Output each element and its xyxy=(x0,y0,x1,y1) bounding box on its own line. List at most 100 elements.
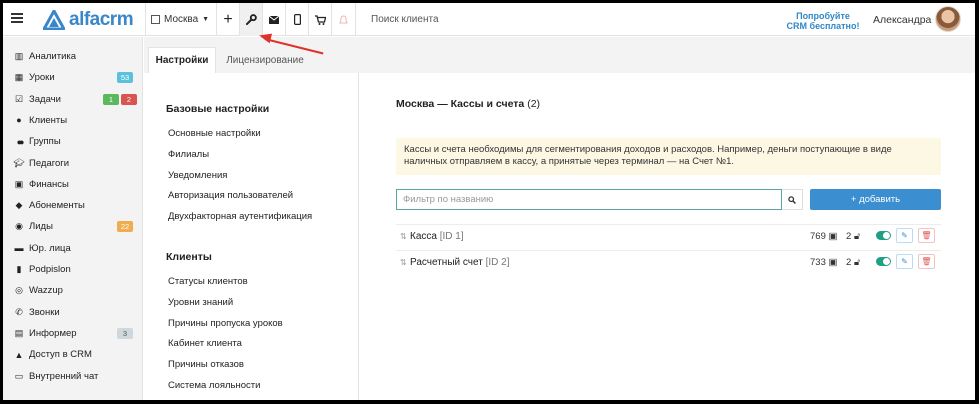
row-count-value: 769 xyxy=(810,231,826,242)
settings-link[interactable]: Авторизация пользователей xyxy=(168,190,293,201)
wrench-icon[interactable] xyxy=(240,3,262,36)
user-name[interactable]: Александра xyxy=(873,14,931,26)
settings-link[interactable]: Двухфакторная аутентификация xyxy=(168,211,312,222)
lock-icon: ▲ xyxy=(14,349,24,360)
tasks-icon: ☑ xyxy=(14,93,24,104)
settings-link[interactable]: Статусы клиентов xyxy=(168,276,248,287)
filter-input[interactable] xyxy=(396,189,782,210)
add-button[interactable]: + добавить xyxy=(810,189,941,210)
lock-open-icon: 🔓︎ xyxy=(853,231,861,242)
sidebar-item[interactable]: ▬ Юр. лица xyxy=(3,238,143,259)
count-badge: 2 xyxy=(121,93,137,105)
sidebar-item[interactable]: ◎ Wazzup xyxy=(3,280,143,301)
cart-icon[interactable] xyxy=(309,3,331,36)
settings-link[interactable]: Уведомления xyxy=(168,170,227,181)
row-count-value: 733 xyxy=(810,257,826,268)
branch-name: Москва xyxy=(164,14,199,25)
sidebar-item[interactable]: ▮ Podpislon xyxy=(3,259,143,280)
settings-link[interactable]: Основные настройки xyxy=(168,128,261,139)
info-notice: Кассы и счета необходимы для сегментиров… xyxy=(396,138,941,175)
sidebar-item-label: Внутренний чат xyxy=(29,370,99,382)
try-crm-link[interactable]: Попробуйте CRM бесплатно! xyxy=(783,11,863,31)
pencil-icon: ✎ xyxy=(901,231,908,240)
lock-open-icon: 🔓︎ xyxy=(853,257,861,268)
sidebar-item[interactable]: ▦ Уроки 53 xyxy=(3,67,143,88)
top-bar: alfacrm Москва ▼ + Поиск клиента Попробу… xyxy=(3,3,975,36)
sidebar-item[interactable]: ▭ Внутренний чат xyxy=(3,366,143,387)
phone-icon[interactable] xyxy=(286,3,308,36)
client-search-input[interactable] xyxy=(371,14,571,25)
document-icon: ▮ xyxy=(16,264,22,274)
settings-link[interactable]: Причины отказов xyxy=(168,359,244,370)
analytics-icon: ▥ xyxy=(14,51,24,61)
avatar[interactable] xyxy=(935,6,961,32)
main-content: Москва — Кассы и счета (2) Кассы и счета… xyxy=(360,73,975,400)
edit-button[interactable]: ✎ xyxy=(896,254,913,269)
edit-button[interactable]: ✎ xyxy=(896,228,913,243)
users-icon: ●● xyxy=(16,136,25,147)
chat-icon: ▭ xyxy=(14,370,24,381)
branch-selector[interactable]: Москва ▼ xyxy=(151,3,209,36)
try-crm-line1: Попробуйте xyxy=(796,11,850,21)
logo[interactable]: alfacrm xyxy=(43,9,134,31)
sidebar-item-label: Абонементы xyxy=(29,200,85,212)
settings-link[interactable]: Причины пропуска уроков xyxy=(168,318,283,329)
table-row[interactable]: ⇅ Касса [ID 1] 769 ▣ 2 🔓︎ ✎ 🗑︎ xyxy=(396,224,941,248)
try-crm-line2: CRM бесплатно! xyxy=(786,21,860,31)
drag-handle-icon[interactable]: ⇅ xyxy=(400,232,407,241)
row-name[interactable]: Расчетный счет [ID 2] xyxy=(410,257,509,268)
bell-icon[interactable] xyxy=(332,3,354,36)
settings-link[interactable]: Филиалы xyxy=(168,149,209,160)
page-title-count: (2) xyxy=(527,98,541,110)
settings-link[interactable]: Уровни знаний xyxy=(168,297,233,308)
search-icon[interactable] xyxy=(782,189,803,210)
pencil-icon: ✎ xyxy=(901,257,908,266)
count-badge: 53 xyxy=(117,72,133,84)
divider xyxy=(355,3,356,36)
sidebar-item[interactable]: ▣ Финансы xyxy=(3,174,143,195)
table-row[interactable]: ⇅ Расчетный счет [ID 2] 733 ▣ 2 🔓︎ ✎ 🗑︎ xyxy=(396,250,941,274)
row-name[interactable]: Касса [ID 1] xyxy=(410,231,464,242)
leads-icon: ◉ xyxy=(15,221,23,232)
informer-icon: ▤ xyxy=(14,327,24,338)
chevron-down-icon: ▼ xyxy=(202,16,210,23)
sidebar-item[interactable]: ● Клиенты xyxy=(3,110,143,131)
delete-button[interactable]: 🗑︎ xyxy=(918,228,935,243)
drag-handle-icon[interactable]: ⇅ xyxy=(400,258,407,267)
sidebar-item-label: Podpislon xyxy=(29,264,71,275)
sidebar-item[interactable]: ▥ Аналитика xyxy=(3,46,143,67)
menu-icon[interactable] xyxy=(11,13,23,23)
tag-icon: ◆ xyxy=(15,200,23,211)
active-toggle[interactable] xyxy=(876,257,891,266)
plus-icon[interactable]: + xyxy=(217,3,239,36)
sidebar-item[interactable]: ◆ Абонементы xyxy=(3,195,143,216)
money-icon: ▣ xyxy=(14,178,24,189)
mail-icon[interactable] xyxy=(263,3,285,36)
delete-button[interactable]: 🗑︎ xyxy=(918,254,935,269)
briefcase-icon: ▬ xyxy=(14,243,24,254)
trash-icon: 🗑︎ xyxy=(921,231,932,240)
building-icon xyxy=(151,15,160,24)
sidebar-item-label: Группы xyxy=(29,136,61,148)
active-toggle[interactable] xyxy=(876,231,891,240)
row-access: 2 🔓︎ xyxy=(846,257,860,268)
sidebar-item[interactable]: ▤ Информер 3 xyxy=(3,323,143,344)
sidebar-item[interactable]: 🎓︎ Педагоги xyxy=(3,153,143,174)
tab-settings[interactable]: Настройки xyxy=(148,47,216,73)
sidebar-item-label: Уроки xyxy=(29,72,55,84)
settings-link[interactable]: Система лояльности xyxy=(168,380,260,391)
sidebar-item-label: Доступ в CRM xyxy=(29,349,92,361)
sidebar-item-label: Финансы xyxy=(29,178,69,190)
sidebar-item[interactable]: ☑ Задачи 1 2 xyxy=(3,89,143,110)
tab-licensing[interactable]: Лицензирование xyxy=(220,47,310,73)
sidebar-item[interactable]: ●● Группы xyxy=(3,131,143,152)
page-title-text: Москва — Кассы и счета xyxy=(396,98,525,110)
sidebar-item-label: Аналитика xyxy=(29,51,77,62)
user-icon: ● xyxy=(16,115,22,126)
sidebar-item[interactable]: ✆ Звонки xyxy=(3,302,143,323)
settings-link[interactable]: Кабинет клиента xyxy=(168,338,242,349)
sidebar-item-label: Wazzup xyxy=(29,285,63,297)
sidebar-item[interactable]: ▲ Доступ в CRM xyxy=(3,344,143,365)
sidebar: ▥ Аналитика ▦ Уроки 53 ☑ Задачи 1 2 ● Клиенты ●● Гру… xyxy=(3,37,143,400)
sidebar-item[interactable]: ◉ Лиды 22 xyxy=(3,216,143,237)
